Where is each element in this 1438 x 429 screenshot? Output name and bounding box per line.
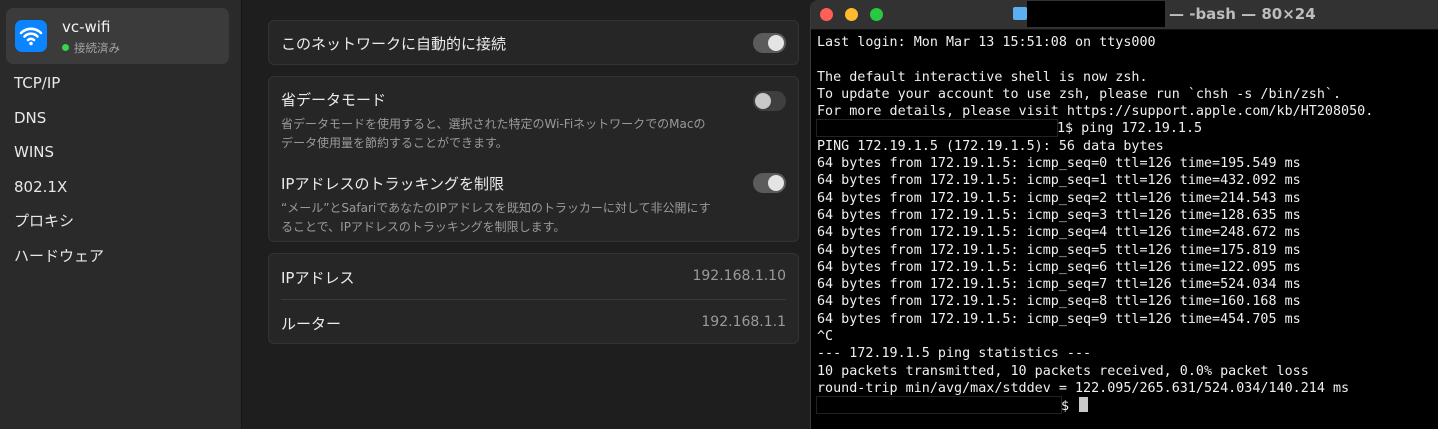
terminal-line: 64 bytes from 172.19.1.5: icmp_seq=8 ttl…	[817, 294, 1301, 310]
terminal-line: The default interactive shell is now zsh…	[817, 69, 1148, 85]
limit-tracking-toggle[interactable]	[753, 173, 786, 193]
redacted-title	[1027, 1, 1165, 27]
redacted-prompt	[816, 119, 1058, 138]
terminal-line: To update your account to use zsh, pleas…	[817, 86, 1342, 102]
sidebar-item-hardware[interactable]: ハードウェア	[14, 245, 104, 280]
terminal-prompt-line: 1$ ping 172.19.1.5	[816, 119, 1433, 138]
auto-join-toggle[interactable]	[753, 33, 786, 53]
terminal-line: Last login: Mon Mar 13 15:51:08 on ttys0…	[817, 35, 1156, 50]
terminal-line: 64 bytes from 172.19.1.5: icmp_seq=5 ttl…	[817, 242, 1301, 258]
connected-dot-icon	[62, 44, 69, 51]
ip-address-label: IPアドレス	[281, 269, 355, 287]
terminal-line: 64 bytes from 172.19.1.5: icmp_seq=9 ttl…	[817, 311, 1301, 327]
settings-sidebar: vc-wifi 接続済み TCP/IP DNS WINS 802.1X プロキシ…	[0, 0, 242, 429]
terminal-line: For more details, please visit https://s…	[817, 104, 1374, 120]
sidebar-item-wins[interactable]: WINS	[14, 141, 104, 176]
sidebar-item-tcpip[interactable]: TCP/IP	[14, 72, 104, 107]
auto-join-label: このネットワークに自動的に接続	[281, 35, 507, 53]
network-settings-main: このネットワークに自動的に接続 省データモード 省データモードを使用すると、選択…	[243, 0, 810, 429]
zoom-window-button[interactable]	[870, 8, 883, 21]
terminal-window: — -bash — 80×24 Last login: Mon Mar 13 1…	[810, 0, 1438, 429]
divider	[281, 299, 786, 300]
terminal-line: PING 172.19.1.5 (172.19.1.5): 56 data by…	[817, 138, 1164, 154]
minimize-window-button[interactable]	[845, 8, 858, 21]
limit-tracking-label: IPアドレスのトラッキングを制限	[281, 175, 505, 193]
toggle-knob	[768, 175, 784, 191]
redacted-prompt	[816, 396, 1062, 415]
terminal-current-prompt: $	[816, 396, 1433, 415]
terminal-output[interactable]: Last login: Mon Mar 13 15:51:08 on ttys0…	[816, 34, 1433, 415]
low-data-toggle[interactable]	[753, 91, 786, 111]
ip-address-value: 192.168.1.10	[692, 268, 786, 284]
prompt-symbol: $	[1061, 399, 1078, 415]
limit-tracking-desc-line2: ることで、IPアドレスのトラッキングを制限します。	[281, 220, 566, 234]
terminal-line: 64 bytes from 172.19.1.5: icmp_seq=7 ttl…	[817, 277, 1301, 293]
sidebar-item-dns[interactable]: DNS	[14, 107, 104, 142]
privacy-panel: 省データモード 省データモードを使用すると、選択された特定のWi-Fiネットワー…	[268, 76, 799, 242]
terminal-line: 64 bytes from 172.19.1.5: icmp_seq=4 ttl…	[817, 225, 1301, 241]
limit-tracking-row: IPアドレスのトラッキングを制限 “メール”とSafariであなたのIPアドレス…	[281, 173, 751, 237]
terminal-title: — -bash — 80×24	[1169, 5, 1316, 23]
sidebar-item-8021x[interactable]: 802.1X	[14, 176, 104, 211]
wifi-icon	[15, 20, 47, 52]
limit-tracking-desc-line1: “メール”とSafariであなたのIPアドレスを既知のトラッカーに対して非公開に…	[281, 201, 711, 215]
low-data-label: 省データモード	[281, 91, 387, 109]
toggle-knob	[768, 35, 784, 51]
terminal-line: 64 bytes from 172.19.1.5: icmp_seq=3 ttl…	[817, 207, 1301, 223]
network-status-text: 接続済み	[74, 41, 120, 55]
sidebar-item-proxy[interactable]: プロキシ	[14, 210, 104, 245]
close-window-button[interactable]	[820, 8, 833, 21]
low-data-row: 省データモード 省データモードを使用すると、選択された特定のWi-Fiネットワー…	[281, 89, 751, 153]
ping-command: 1$ ping 172.19.1.5	[1057, 121, 1203, 137]
terminal-line: 64 bytes from 172.19.1.5: icmp_seq=1 ttl…	[817, 173, 1301, 189]
low-data-desc-line1: 省データモードを使用すると、選択された特定のWi-FiネットワークでのMacの	[281, 117, 706, 131]
text-cursor	[1079, 397, 1089, 413]
toggle-knob	[755, 93, 771, 109]
low-data-description: 省データモードを使用すると、選択された特定のWi-FiネットワークでのMacの …	[281, 115, 751, 153]
terminal-line: round-trip min/avg/max/stddev = 122.095/…	[817, 380, 1350, 396]
limit-tracking-description: “メール”とSafariであなたのIPアドレスを既知のトラッカーに対して非公開に…	[281, 199, 751, 237]
address-panel: IPアドレス 192.168.1.10 ルーター 192.168.1.1	[268, 253, 799, 344]
terminal-line: 64 bytes from 172.19.1.5: icmp_seq=0 ttl…	[817, 156, 1301, 172]
network-name: vc-wifi	[62, 18, 111, 36]
auto-join-panel: このネットワークに自動的に接続	[268, 20, 799, 65]
router-value: 192.168.1.1	[701, 314, 786, 330]
network-status: 接続済み	[62, 40, 120, 56]
terminal-line: 64 bytes from 172.19.1.5: icmp_seq=6 ttl…	[817, 259, 1301, 275]
terminal-titlebar[interactable]: — -bash — 80×24	[811, 0, 1438, 30]
router-label: ルーター	[281, 315, 342, 333]
terminal-line: ^C	[817, 329, 834, 345]
terminal-line: --- 172.19.1.5 ping statistics ---	[817, 346, 1092, 362]
network-card-vc-wifi[interactable]: vc-wifi 接続済み	[6, 8, 229, 64]
terminal-line: 10 packets transmitted, 10 packets recei…	[817, 363, 1309, 379]
folder-icon	[1013, 7, 1027, 20]
low-data-desc-line2: データ使用量を節約することができます。	[281, 136, 508, 150]
terminal-line: 64 bytes from 172.19.1.5: icmp_seq=2 ttl…	[817, 190, 1301, 206]
sidebar-list: TCP/IP DNS WINS 802.1X プロキシ ハードウェア	[14, 72, 104, 280]
